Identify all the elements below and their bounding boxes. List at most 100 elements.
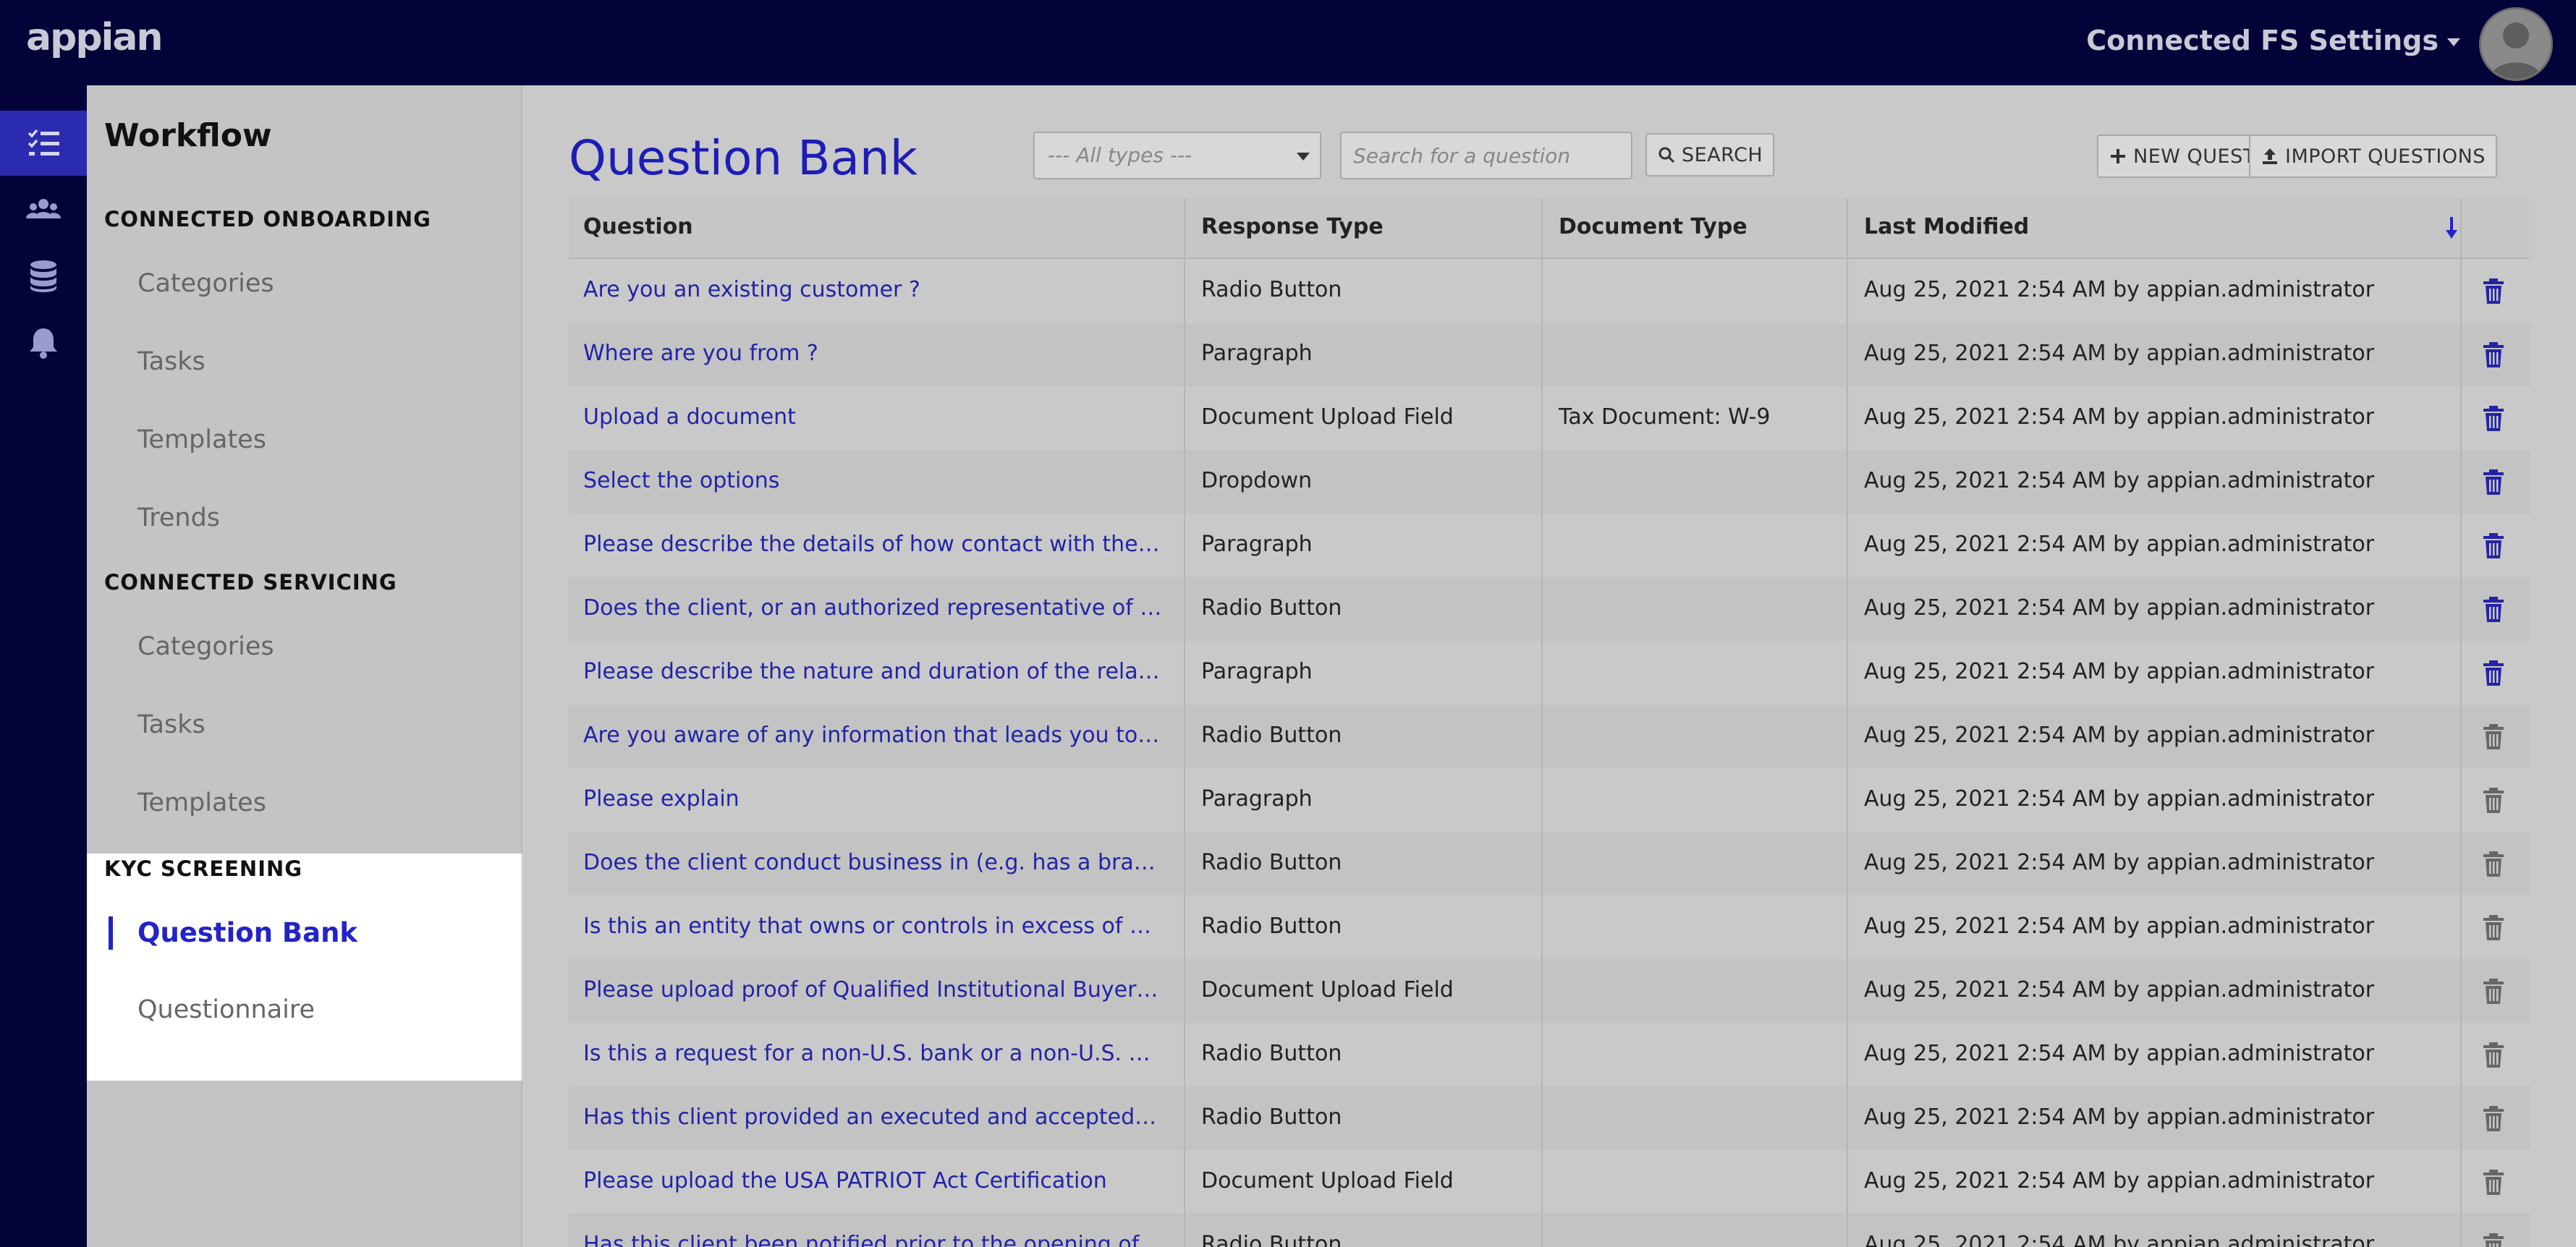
delete-icon[interactable] — [2479, 1104, 2508, 1133]
question-link[interactable]: Is this a request for a non-U.S. bank or… — [583, 1041, 1162, 1066]
delete-icon[interactable] — [2479, 595, 2508, 624]
delete-icon[interactable] — [2479, 276, 2508, 305]
table-row: Has this client been notified prior to t… — [569, 1214, 2530, 1247]
column-header-document-type[interactable]: Document Type — [1559, 214, 1747, 239]
delete-icon[interactable] — [2479, 913, 2508, 942]
delete-icon[interactable] — [2479, 1167, 2508, 1196]
nav-servicing-templates[interactable]: Templates — [137, 788, 266, 817]
table-row: Is this a request for a non-U.S. bank or… — [569, 1023, 2530, 1088]
question-link[interactable]: Has this client provided an executed and… — [583, 1105, 1162, 1130]
import-questions-button[interactable]: IMPORT QUESTIONS — [2249, 135, 2497, 178]
delete-icon[interactable] — [2479, 340, 2508, 369]
nav-questionnaire[interactable]: Questionnaire — [137, 995, 315, 1024]
response-type-cell: Paragraph — [1201, 659, 1313, 684]
question-link[interactable]: Please upload the USA PATRIOT Act Certif… — [583, 1168, 1162, 1193]
nav-onboarding-tasks[interactable]: Tasks — [137, 347, 206, 376]
nav-onboarding-templates[interactable]: Templates — [137, 425, 266, 454]
table-row: Select the options Dropdown Aug 25, 2021 2… — [569, 450, 2530, 515]
column-header-question[interactable]: Question — [583, 214, 693, 239]
nav-onboarding-trends[interactable]: Trends — [137, 503, 220, 532]
last-modified-cell: Aug 25, 2021 2:54 AM by appian.administr… — [1864, 341, 2375, 366]
nav-servicing-categories[interactable]: Categories — [137, 632, 274, 661]
table-row: Please upload the USA PATRIOT Act Certif… — [569, 1150, 2530, 1215]
rail-tasks-button[interactable] — [0, 111, 87, 176]
delete-icon[interactable] — [2479, 1231, 2508, 1247]
type-filter-dropdown[interactable]: --- All types --- — [1033, 132, 1321, 179]
response-type-cell: Paragraph — [1201, 341, 1313, 366]
rail-notifications-button[interactable] — [0, 310, 87, 375]
question-link[interactable]: Please explain — [583, 786, 1162, 812]
search-button[interactable]: SEARCH — [1645, 133, 1775, 176]
delete-icon[interactable] — [2479, 467, 2508, 496]
settings-label: Connected FS Settings — [2086, 25, 2439, 56]
last-modified-cell: Aug 25, 2021 2:54 AM by appian.administr… — [1864, 659, 2375, 684]
delete-icon[interactable] — [2479, 849, 2508, 878]
last-modified-cell: Aug 25, 2021 2:54 AM by appian.administr… — [1864, 723, 2375, 748]
delete-icon[interactable] — [2479, 531, 2508, 560]
avatar[interactable] — [2479, 7, 2553, 81]
section-connected-servicing: CONNECTED SERVICING — [104, 570, 397, 595]
delete-icon[interactable] — [2479, 722, 2508, 751]
question-link[interactable]: Please upload proof of Qualified Institu… — [583, 977, 1162, 1003]
settings-menu[interactable]: Connected FS Settings — [2086, 25, 2460, 56]
response-type-cell: Document Upload Field — [1201, 977, 1454, 1003]
response-type-cell: Radio Button — [1201, 277, 1342, 302]
table-row: Are you aware of any information that le… — [569, 705, 2530, 770]
sort-descending-icon[interactable] — [2444, 216, 2459, 240]
question-link[interactable]: Does the client, or an authorized repres… — [583, 595, 1162, 621]
last-modified-cell: Aug 25, 2021 2:54 AM by appian.administr… — [1864, 1041, 2375, 1066]
question-link[interactable]: Please describe the details of how conta… — [583, 532, 1162, 557]
search-button-label: SEARCH — [1682, 143, 1763, 166]
delete-icon[interactable] — [2479, 404, 2508, 433]
response-type-cell: Dropdown — [1201, 468, 1313, 493]
question-link[interactable]: Upload a document — [583, 404, 1162, 430]
column-header-last-modified[interactable]: Last Modified — [1864, 214, 2029, 239]
question-link[interactable]: Has this client been notified prior to t… — [583, 1232, 1162, 1247]
users-icon — [26, 199, 61, 218]
search-icon — [1658, 147, 1675, 163]
last-modified-cell: Aug 25, 2021 2:54 AM by appian.administr… — [1864, 532, 2375, 557]
rail-users-button[interactable] — [0, 177, 87, 242]
column-header-response-type[interactable]: Response Type — [1201, 214, 1384, 239]
nav-servicing-tasks[interactable]: Tasks — [137, 710, 206, 739]
delete-icon[interactable] — [2479, 786, 2508, 814]
page-title: Question Bank — [569, 130, 918, 186]
active-indicator — [109, 916, 113, 950]
question-link[interactable]: Where are you from ? — [583, 341, 1162, 366]
question-table: Question Response Type Document Type Las… — [569, 198, 2530, 1247]
response-type-cell: Paragraph — [1201, 532, 1313, 557]
search-input[interactable] — [1340, 132, 1632, 179]
response-type-cell: Document Upload Field — [1201, 404, 1454, 430]
icon-rail — [0, 85, 87, 1247]
nav-question-bank[interactable]: Question Bank — [137, 917, 357, 948]
import-questions-label: IMPORT QUESTIONS — [2285, 145, 2486, 168]
question-link[interactable]: Is this an entity that owns or controls … — [583, 914, 1162, 939]
question-link[interactable]: Are you aware of any information that le… — [583, 723, 1162, 748]
table-row: Where are you from ? Paragraph Aug 25, 202… — [569, 323, 2530, 388]
top-bar: appian Connected FS Settings — [0, 0, 2576, 85]
last-modified-cell: Aug 25, 2021 2:54 AM by appian.administr… — [1864, 1168, 2375, 1193]
database-icon — [30, 260, 56, 292]
table-row: Is this an entity that owns or controls … — [569, 895, 2530, 961]
nav-onboarding-categories[interactable]: Categories — [137, 269, 274, 298]
last-modified-cell: Aug 25, 2021 2:54 AM by appian.administr… — [1864, 404, 2375, 430]
appian-logo[interactable]: appian — [26, 16, 163, 59]
question-link[interactable]: Select the options — [583, 468, 1162, 493]
section-kyc-screening: KYC SCREENING — [104, 856, 303, 881]
table-row: Does the client, or an authorized repres… — [569, 577, 2530, 642]
user-avatar-icon — [2481, 9, 2551, 79]
last-modified-cell: Aug 25, 2021 2:54 AM by appian.administr… — [1864, 468, 2375, 493]
question-link[interactable]: Are you an existing customer ? — [583, 277, 1162, 302]
table-row: Please describe the details of how conta… — [569, 514, 2530, 579]
rail-database-button[interactable] — [0, 244, 87, 309]
response-type-cell: Radio Button — [1201, 850, 1342, 875]
table-header: Question Response Type Document Type Las… — [569, 198, 2530, 259]
response-type-cell: Paragraph — [1201, 786, 1313, 812]
delete-icon[interactable] — [2479, 976, 2508, 1005]
response-type-cell: Radio Button — [1201, 723, 1342, 748]
caret-down-icon — [1297, 153, 1310, 161]
question-link[interactable]: Please describe the nature and duration … — [583, 659, 1162, 684]
delete-icon[interactable] — [2479, 1040, 2508, 1069]
delete-icon[interactable] — [2479, 658, 2508, 687]
question-link[interactable]: Does the client conduct business in (e.g… — [583, 850, 1162, 875]
